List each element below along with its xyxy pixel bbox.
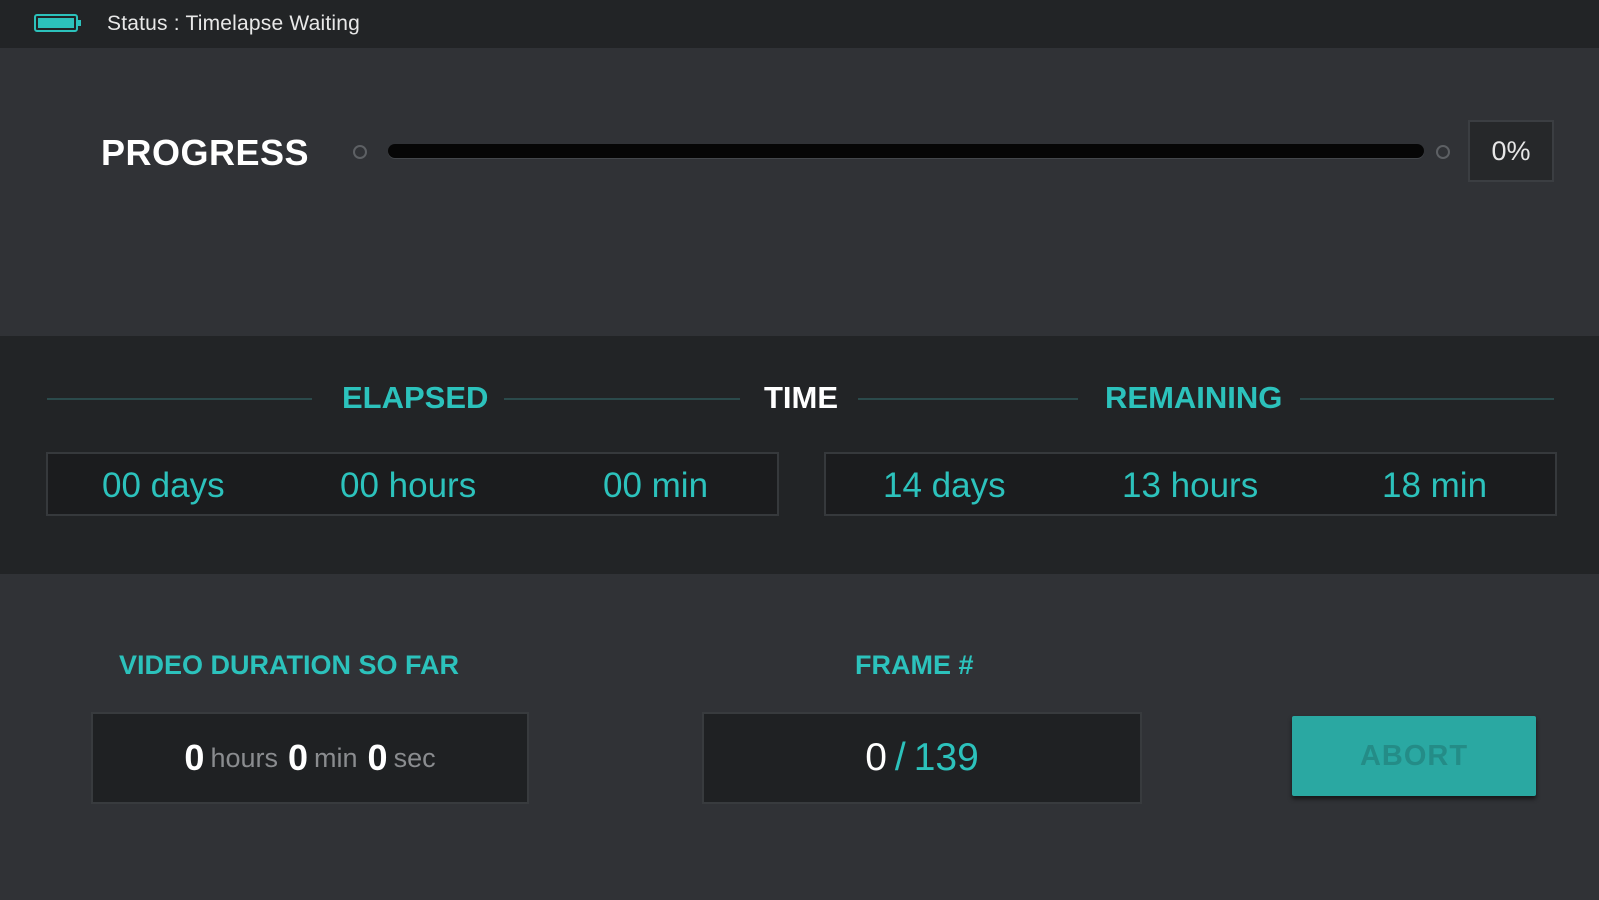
abort-button[interactable]: ABORT xyxy=(1292,716,1536,796)
seconds-unit: sec xyxy=(393,742,436,773)
progress-label: PROGRESS xyxy=(101,132,310,173)
remaining-hours: 13 hours xyxy=(1122,466,1259,505)
progress-section: PROGRESS 0% xyxy=(0,48,1599,336)
hours-unit: hours xyxy=(210,742,278,773)
elapsed-days: 00 days xyxy=(102,466,225,505)
elapsed-time-box: 00 days 00 hours 00 min xyxy=(46,452,779,516)
time-section: ELAPSED TIME REMAINING 00 days 00 hours … xyxy=(0,336,1599,574)
frame-current: 0 xyxy=(865,736,887,779)
battery-full-icon xyxy=(34,14,81,32)
frame-total: 139 xyxy=(913,736,979,779)
minutes-unit: min xyxy=(314,742,358,773)
remaining-heading: REMAINING xyxy=(1105,380,1283,415)
divider xyxy=(858,398,1078,400)
divider xyxy=(504,398,740,400)
elapsed-hours: 00 hours xyxy=(340,466,477,505)
status-bar: Status : Timelapse Waiting xyxy=(0,0,1599,48)
video-duration-seconds: 0 xyxy=(367,737,388,778)
elapsed-heading: ELAPSED xyxy=(342,380,489,415)
video-duration-hours: 0 xyxy=(184,737,205,778)
elapsed-minutes: 00 min xyxy=(603,466,709,505)
remaining-days: 14 days xyxy=(883,466,1006,505)
remaining-time-box: 14 days 13 hours 18 min xyxy=(824,452,1557,516)
frame-separator: / xyxy=(894,736,906,779)
frame-label: FRAME # xyxy=(855,650,974,680)
divider xyxy=(1300,398,1554,400)
progress-percent-readout: 0% xyxy=(1468,120,1554,182)
frame-readout: 0 / 139 xyxy=(702,712,1142,804)
progress-end-marker-icon xyxy=(1436,145,1450,159)
divider xyxy=(47,398,312,400)
time-heading: TIME xyxy=(764,380,839,415)
progress-start-marker-icon xyxy=(353,145,367,159)
remaining-minutes: 18 min xyxy=(1382,466,1488,505)
status-text: Status : Timelapse Waiting xyxy=(107,12,361,35)
video-duration-readout: 0 hours 0 min 0 sec xyxy=(91,712,529,804)
bottom-section: VIDEO DURATION SO FAR 0 hours 0 min 0 se… xyxy=(0,574,1599,900)
video-duration-label: VIDEO DURATION SO FAR xyxy=(119,650,460,680)
progress-bar xyxy=(388,144,1424,158)
video-duration-minutes: 0 xyxy=(287,737,309,778)
